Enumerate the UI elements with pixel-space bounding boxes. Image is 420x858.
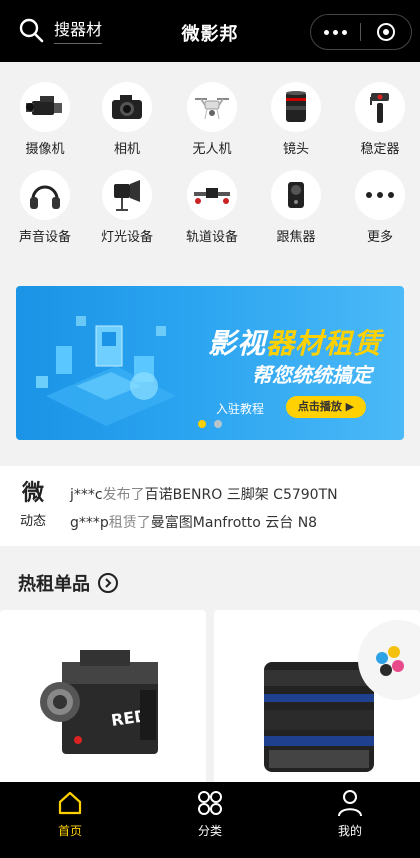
top-bar: 搜器材 微影邦	[0, 0, 420, 62]
more-dots-icon	[355, 170, 405, 220]
category-rail[interactable]: 轨道设备	[172, 170, 252, 245]
slider-rail-icon	[187, 170, 237, 220]
home-icon	[0, 788, 140, 818]
activity-item-name: 百诺BENRO 三脚架 C5790TN	[144, 487, 338, 503]
section-title: 热租单品	[18, 574, 90, 595]
more-menu-icon[interactable]	[311, 29, 360, 35]
cine-lens-image	[264, 620, 420, 772]
mini-program-capsule	[310, 14, 412, 50]
lens-icon	[271, 82, 321, 132]
isometric-illustration	[36, 316, 176, 426]
category-label: 跟焦器	[276, 230, 316, 245]
activity-feed: 微 动态 j***c发布了百诺BENRO 三脚架 C5790TN g***p租赁…	[0, 466, 420, 546]
light-icon	[102, 170, 152, 220]
tab-label: 分类	[197, 824, 222, 838]
tutorial-link[interactable]: 入驻教程	[216, 400, 264, 417]
headphones-icon	[20, 170, 70, 220]
close-mini-program-icon[interactable]	[361, 22, 411, 42]
hot-rentals-header[interactable]: 热租单品	[18, 570, 118, 596]
hot-rentals-section: 热租单品 RED	[0, 554, 420, 790]
activity-item-name: 曼富图Manfrotto 云台 N8	[150, 515, 318, 531]
category-drone[interactable]: 无人机	[172, 82, 252, 157]
activity-logo-big: 微	[21, 481, 44, 506]
category-label: 轨道设备	[185, 230, 238, 245]
activity-item[interactable]: g***p租赁了曼富图Manfrotto 云台 N8	[70, 512, 317, 532]
banner-title-highlight: 器材租赁	[266, 327, 383, 360]
video-camera-icon	[20, 82, 70, 132]
carousel-dot[interactable]	[198, 420, 206, 428]
product-card[interactable]: RED	[0, 610, 206, 790]
activity-user: g***p	[70, 515, 109, 531]
tab-label: 我的	[337, 824, 362, 838]
tab-profile[interactable]: 我的	[280, 782, 420, 858]
category-video-camera[interactable]: 摄像机	[5, 82, 85, 157]
category-label: 相机	[113, 142, 140, 157]
banner-title: 影视器材租赁	[208, 322, 382, 362]
activity-logo: 微 动态	[16, 481, 50, 530]
follow-focus-icon	[271, 170, 321, 220]
tab-label: 首页	[57, 824, 82, 838]
banner-subtitle: 帮您统统搞定	[252, 363, 372, 387]
drone-icon	[187, 82, 237, 132]
category-label: 镜头	[282, 142, 309, 157]
category-follow-focus[interactable]: 跟焦器	[256, 170, 336, 245]
camera-icon	[102, 82, 152, 132]
bottom-tab-bar: 首页 分类 我的	[0, 782, 420, 858]
category-label: 声音设备	[18, 230, 71, 245]
activity-user: j***c	[70, 487, 103, 503]
banner-title-part: 影视	[208, 327, 267, 360]
category-grid: 摄像机 相机 无人机 镜头 稳定器 声音设备 灯光设备 轨道设备 跟焦器 更多	[0, 62, 420, 268]
category-label: 无人机	[192, 142, 232, 157]
activity-action: 发布了	[102, 487, 145, 503]
activity-logo-small: 动态	[19, 514, 46, 529]
carousel-indicator	[198, 420, 222, 428]
activity-action: 租赁了	[108, 515, 151, 531]
category-gimbal[interactable]: 稳定器	[340, 82, 420, 157]
category-more[interactable]: 更多	[340, 170, 420, 245]
tab-home[interactable]: 首页	[0, 782, 140, 858]
category-label: 稳定器	[360, 142, 400, 157]
category-lighting[interactable]: 灯光设备	[87, 170, 167, 245]
chevron-right-icon	[98, 573, 118, 593]
play-button[interactable]: 点击播放 ▶	[286, 396, 366, 418]
user-icon	[280, 788, 420, 818]
category-label: 灯光设备	[100, 230, 153, 245]
category-lens[interactable]: 镜头	[256, 82, 336, 157]
red-camera-image: RED	[40, 650, 158, 754]
category-audio[interactable]: 声音设备	[5, 170, 85, 245]
category-label: 摄像机	[25, 142, 65, 157]
gimbal-icon	[355, 82, 405, 132]
tab-category[interactable]: 分类	[140, 782, 280, 858]
grid-icon	[140, 788, 280, 818]
product-card[interactable]	[214, 610, 420, 790]
promo-banner[interactable]: 影视器材租赁 帮您统统搞定 入驻教程 点击播放 ▶	[16, 286, 404, 440]
category-camera[interactable]: 相机	[87, 82, 167, 157]
carousel-dot[interactable]	[214, 420, 222, 428]
category-label: 更多	[366, 230, 393, 245]
activity-item[interactable]: j***c发布了百诺BENRO 三脚架 C5790TN	[70, 484, 338, 504]
